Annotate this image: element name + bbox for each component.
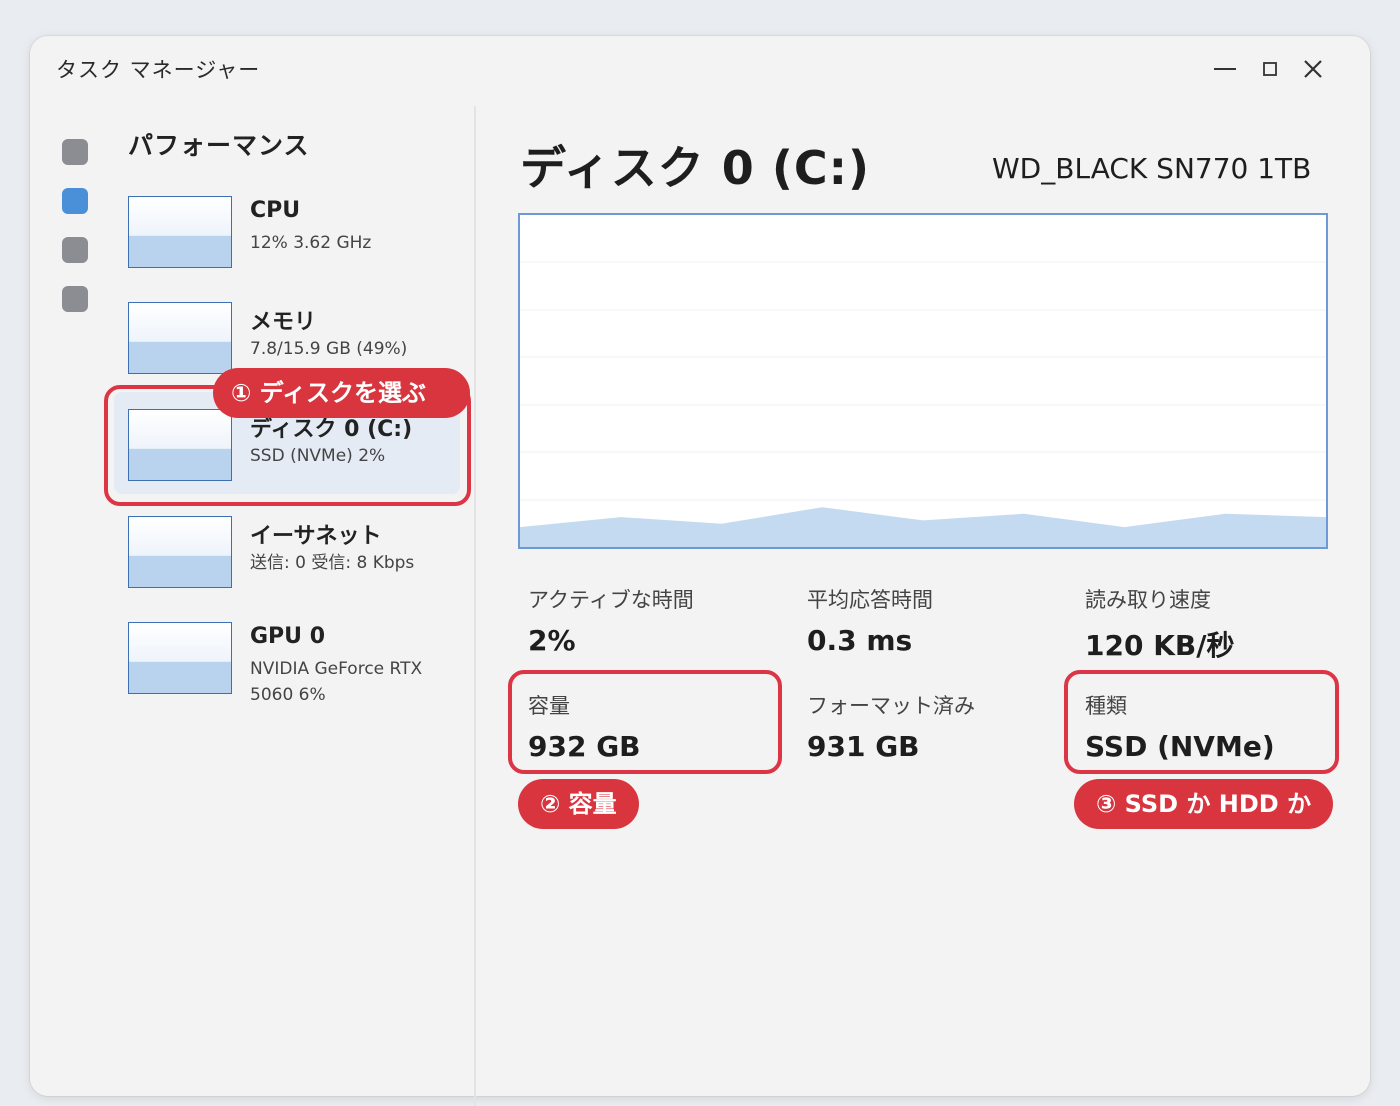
startup-nav-icon[interactable] [62, 286, 88, 312]
callout-capacity: ② 容量 [518, 779, 639, 829]
stat-label: フォーマット済み [807, 694, 975, 718]
graph-grid [520, 261, 1326, 501]
close-icon[interactable] [1298, 54, 1328, 84]
page-title: ディスク 0 (C:) [520, 141, 871, 195]
callout-select-disk: ① ディスクを選ぶ [213, 368, 470, 418]
sidebar-item-ethernet[interactable]: イーサネット 送信: 0 受信: 8 Kbps [128, 516, 468, 596]
sidebar-item-sub: NVIDIA GeForce RTX 5060 6% [250, 656, 422, 708]
stat-label: アクティブな時間 [528, 588, 694, 612]
processes-nav-icon[interactable] [62, 139, 88, 165]
sidebar-item-gpu[interactable]: GPU 0 NVIDIA GeForce RTX 5060 6% [128, 622, 468, 714]
stat-avg-response: 平均応答時間 0.3 ms [807, 584, 933, 657]
sidebar-item-sub: 12% 3.62 GHz [250, 233, 372, 253]
disk-model: WD_BLACK SN770 1TB [992, 152, 1312, 185]
stat-value: 120 KB/秒 [1085, 629, 1235, 662]
window-title: タスク マネージャー [56, 58, 261, 82]
memory-thumbnail-graph [128, 302, 232, 374]
stat-formatted: フォーマット済み 931 GB [807, 690, 975, 763]
maximize-icon[interactable] [1255, 54, 1285, 84]
stat-value: 931 GB [807, 730, 920, 763]
sidebar-item-sub: 送信: 0 受信: 8 Kbps [250, 553, 415, 573]
sidebar-item-label: GPU 0 [250, 624, 326, 649]
app-history-nav-icon[interactable] [62, 237, 88, 263]
cpu-thumbnail-graph [128, 196, 232, 268]
section-title: パフォーマンス [128, 131, 310, 160]
stat-value: 0.3 ms [807, 624, 913, 657]
minimize-icon[interactable] [1210, 54, 1240, 84]
sidebar-item-sub-line2: 5060 6% [250, 685, 326, 705]
stat-label: 平均応答時間 [807, 588, 933, 612]
sidebar-item-label: イーサネット [250, 524, 382, 549]
sidebar-item-sub-line1: NVIDIA GeForce RTX [250, 659, 423, 679]
callout-ssd-or-hdd: ③ SSD か HDD か [1074, 779, 1334, 829]
stat-value: 2% [528, 624, 576, 657]
sidebar-item-label: メモリ [250, 310, 317, 335]
stat-active-time: アクティブな時間 2% [528, 584, 694, 657]
capacity-highlight-box [508, 670, 782, 774]
task-manager-window: タスク マネージャー パフォーマンス CPU 12% 3.62 GHz メモリ … [30, 36, 1370, 1106]
sidebar-item-sub: 7.8/15.9 GB (49%) [250, 339, 408, 359]
disk-activity-graph [518, 213, 1328, 549]
stat-read-speed: 読み取り速度 120 KB/秒 [1085, 584, 1234, 664]
panel-divider [474, 106, 476, 1106]
gpu-thumbnail-graph [128, 622, 232, 694]
sidebar-item-label: CPU [250, 198, 301, 223]
stat-label: 読み取り速度 [1085, 588, 1211, 612]
activity-area [520, 507, 1326, 547]
ethernet-thumbnail-graph [128, 516, 232, 588]
sidebar-item-cpu[interactable]: CPU 12% 3.62 GHz [128, 196, 468, 276]
disk-activity-svg [520, 261, 1326, 547]
type-highlight-box [1064, 670, 1339, 774]
performance-nav-icon[interactable] [62, 188, 88, 214]
